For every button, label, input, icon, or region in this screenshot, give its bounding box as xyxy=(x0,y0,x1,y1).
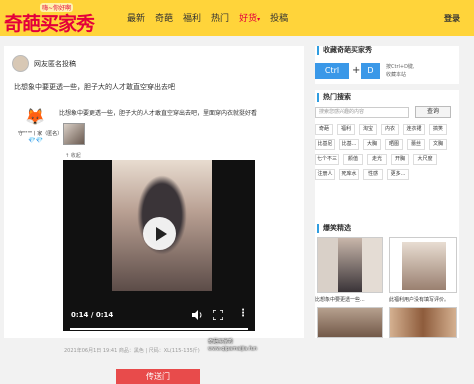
d-key: D xyxy=(361,63,380,79)
nav-item-goods[interactable]: 好货▾ xyxy=(239,11,260,24)
search-tag[interactable]: 七个不三 xyxy=(315,154,339,165)
gallery-thumb-shape xyxy=(402,242,446,290)
gallery-thumb-shape xyxy=(318,238,338,292)
ctrl-key: Ctrl xyxy=(315,63,349,79)
chevron-down-icon: ▾ xyxy=(257,16,261,23)
gallery-card-image[interactable] xyxy=(389,307,457,338)
search-tag[interactable]: 走光 xyxy=(367,154,387,165)
portal-button[interactable]: 传送门 xyxy=(116,369,200,384)
watermark-line: 奇葩买家秀 xyxy=(208,339,234,345)
search-title: 热门搜索 xyxy=(317,93,351,102)
more-options-icon[interactable]: ⋮ xyxy=(238,308,248,320)
favorite-hint-line: 按Ctrl+D键, xyxy=(386,64,415,70)
gallery-thumb-shape xyxy=(338,238,362,292)
plus-sign: + xyxy=(352,65,361,76)
nav-item-hot[interactable]: 热门 xyxy=(211,11,229,24)
logo-text: 奇葩买家秀 xyxy=(4,13,95,35)
search-tag[interactable]: 开胸 xyxy=(391,154,409,165)
gallery-thumb-shape xyxy=(362,238,382,292)
gallery-thumb-shape xyxy=(390,308,456,337)
author-name: 网友匿名投稿 xyxy=(34,60,76,68)
search-tag[interactable]: 连衣裙 xyxy=(403,124,425,135)
search-box: 热门搜索 搜索您感兴趣的内容 查询 奇葩 福利 淘宝 内衣 连衣裙 搞笑比基尼 比基... 大… xyxy=(315,90,459,229)
search-tag[interactable]: 大胸 xyxy=(363,139,381,150)
favorite-hint: 按Ctrl+D键, 收藏本站 xyxy=(386,63,415,79)
post-panel: 网友匿名投稿 比想象中要更透一些，胆子大的人才敢直空穿出去吧 🦊 守""""丨家… xyxy=(4,46,304,384)
nav-item-weird[interactable]: 奇葩 xyxy=(155,11,173,24)
search-tag[interactable]: 性感 xyxy=(363,169,383,180)
watermark: 奇葩买家秀 www.qipamaijia.fun xyxy=(208,339,257,353)
favorite-title: 收藏奇葩买家秀 xyxy=(317,46,372,55)
search-tag[interactable]: 奇葩 xyxy=(315,124,333,135)
play-button[interactable] xyxy=(143,217,176,250)
video-player[interactable]: 0:14 / 0:14 ⋮ xyxy=(63,160,255,331)
search-tag[interactable]: 福利 xyxy=(337,124,355,135)
search-tag[interactable]: 颜值 xyxy=(343,154,363,165)
gallery-card-image[interactable] xyxy=(317,307,383,338)
gallery-box: 爆笑精选 比想象中要更透一些... 此福利用户没有填写评价。 xyxy=(315,221,459,338)
nav-item-goods-label: 好货 xyxy=(239,14,258,24)
search-tag[interactable]: 晒图 xyxy=(385,139,403,150)
collapse-link[interactable]: ↑ 收起 xyxy=(65,152,81,159)
video-progress-fill xyxy=(70,328,248,330)
search-tag[interactable]: 淘宝 xyxy=(359,124,377,135)
gallery-title: 爆笑精选 xyxy=(317,224,351,233)
search-tag[interactable]: 文胸 xyxy=(429,139,447,150)
gallery-card-caption[interactable]: 此福利用户没有填写评价。 xyxy=(389,296,449,303)
nav-item-latest[interactable]: 最新 xyxy=(127,11,145,24)
review-user-name: 守""""丨家（匿名） xyxy=(18,131,63,137)
search-button[interactable]: 查询 xyxy=(415,106,451,118)
site-header: 嗨~你好啊 奇葩买家秀 最新 奇葩 福利 热门 好货▾ 投稿 登录 xyxy=(0,0,474,36)
login-link[interactable]: 登录 xyxy=(444,13,460,24)
author-avatar xyxy=(12,55,29,72)
gallery-card-image[interactable] xyxy=(317,237,383,293)
favorite-hint-line: 收藏本站 xyxy=(386,72,407,78)
nav-item-submit[interactable]: 投稿 xyxy=(270,11,288,24)
video-time: 0:14 / 0:14 xyxy=(71,311,114,319)
search-tag[interactable]: 比基... xyxy=(339,139,359,150)
post-title: 比想象中要更透一些，胆子大的人才敢直空穿出去吧 xyxy=(14,83,175,91)
search-tag[interactable]: 更多... xyxy=(387,169,409,180)
nav-item-welfare[interactable]: 福利 xyxy=(183,11,201,24)
search-tag[interactable]: 比基尼 xyxy=(315,139,335,150)
search-tag[interactable]: 蕾丝 xyxy=(407,139,425,150)
video-progress-track[interactable] xyxy=(70,328,248,330)
vip-badge: 💎💎 xyxy=(28,137,43,144)
review-thumbnail[interactable] xyxy=(63,123,85,145)
fullscreen-icon[interactable] xyxy=(213,310,223,320)
search-tag[interactable]: 大尺度 xyxy=(413,154,437,165)
main-nav: 最新 奇葩 福利 热门 好货▾ 投稿 xyxy=(127,11,298,24)
search-tag[interactable]: 内衣 xyxy=(381,124,399,135)
play-icon xyxy=(155,226,167,241)
favorite-box: 收藏奇葩买家秀 Ctrl + D 按Ctrl+D键, 收藏本站 xyxy=(315,46,459,84)
site-logo[interactable]: 嗨~你好啊 奇葩买家秀 xyxy=(4,3,114,35)
gallery-card-image[interactable] xyxy=(389,237,457,293)
post-meta: 2021年06月1日 19:41 商品：黑色 | 尺码：XL(115-135斤) xyxy=(64,348,200,354)
gallery-card-caption[interactable]: 比想象中要更透一些... xyxy=(315,296,365,303)
search-tag[interactable]: 注册人 xyxy=(315,169,335,180)
volume-icon[interactable] xyxy=(191,309,203,321)
user-avatar: 🦊 xyxy=(25,107,45,126)
review-text: 比想象中要更透一些，胆子大的人才敢直空穿出去吧，里面穿内衣就挺好看 xyxy=(59,110,258,117)
search-tag[interactable]: 搞笑 xyxy=(429,124,447,135)
gallery-thumb-shape xyxy=(318,308,382,337)
search-tag[interactable]: 死库水 xyxy=(339,169,359,180)
watermark-line: www.qipamaijia.fun xyxy=(208,346,258,352)
search-input[interactable]: 搜索您感兴趣的内容 xyxy=(315,107,409,118)
